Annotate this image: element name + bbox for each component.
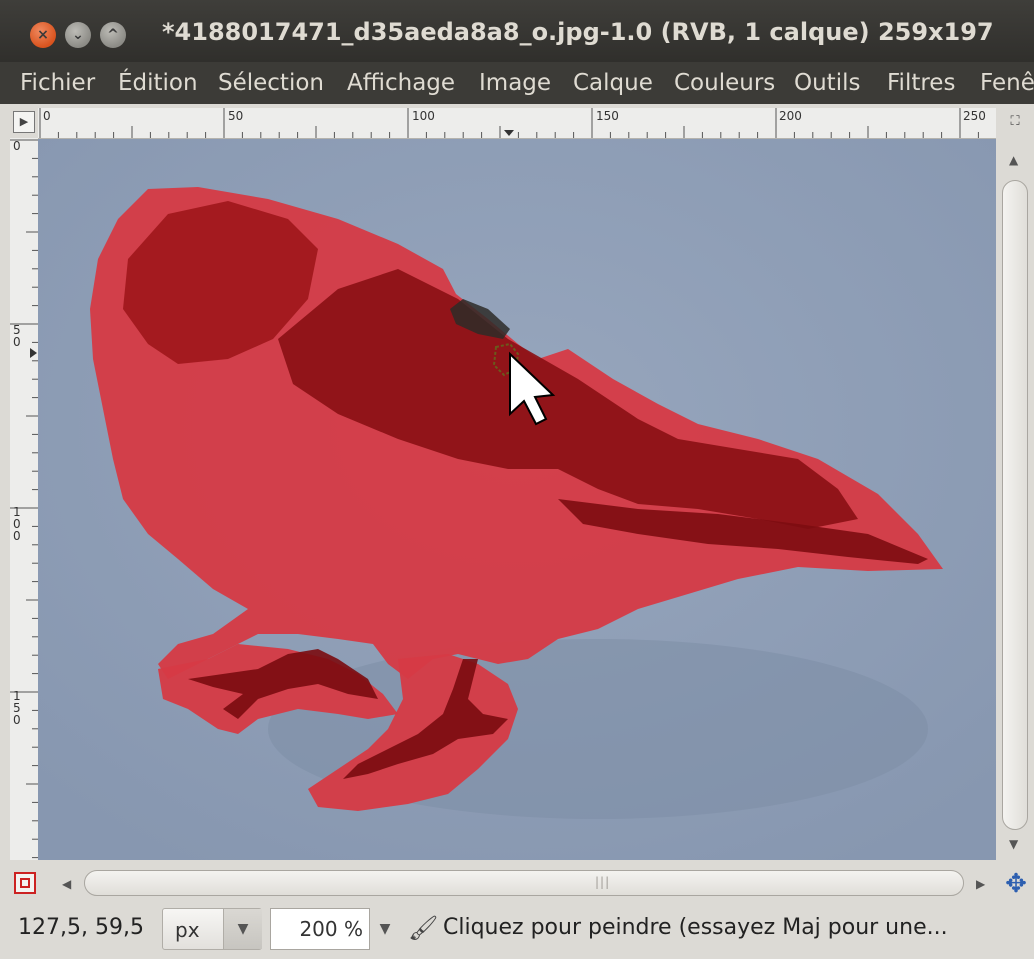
window-title: *4188017471_d35aeda8a8_o.jpg-1.0 (RVB, 1… bbox=[162, 18, 994, 46]
triangle-right-icon: ▶ bbox=[19, 115, 29, 128]
menu-filtres[interactable]: Filtres bbox=[887, 70, 955, 96]
ruler-pointer-marker bbox=[504, 130, 514, 136]
zoom-toggle-button[interactable]: ⛶ bbox=[1004, 111, 1026, 133]
scroll-up-icon[interactable]: ▲ bbox=[1009, 153, 1018, 167]
hruler-label-50: 50 bbox=[228, 109, 244, 123]
hruler-label-0: 0 bbox=[43, 109, 51, 123]
hruler-label-150: 150 bbox=[596, 109, 619, 123]
unit-selector[interactable]: px ▼ bbox=[162, 908, 262, 950]
vertical-scroll-thumb[interactable] bbox=[1002, 180, 1028, 830]
zoom-selector[interactable]: 200 % ▼ bbox=[270, 908, 402, 950]
minimize-button[interactable]: ⌄ bbox=[65, 22, 91, 48]
vruler-label-100: 1 0 0 bbox=[13, 505, 21, 543]
hruler-label-250: 250 bbox=[963, 109, 986, 123]
image-canvas[interactable] bbox=[38, 139, 996, 860]
quick-mask-icon[interactable] bbox=[14, 872, 36, 894]
menu-couleurs[interactable]: Couleurs bbox=[674, 70, 775, 96]
menu-calque[interactable]: Calque bbox=[573, 70, 653, 96]
scroll-right-icon[interactable]: ▶ bbox=[976, 877, 985, 891]
menu-bar: Fichier Édition Sélection Affichage Imag… bbox=[0, 62, 1034, 104]
horizontal-scroll-thumb[interactable]: ||| bbox=[84, 870, 964, 896]
chevron-down-icon[interactable]: ▼ bbox=[223, 909, 262, 949]
close-button[interactable]: × bbox=[30, 22, 56, 48]
menu-fenetres[interactable]: Fenê bbox=[980, 70, 1034, 96]
menu-affichage[interactable]: Affichage bbox=[347, 70, 455, 96]
scroll-left-icon[interactable]: ◀ bbox=[62, 877, 71, 891]
status-message: Cliquez pour peindre (essayez Maj pour u… bbox=[443, 915, 948, 940]
menu-outils[interactable]: Outils bbox=[794, 70, 860, 96]
minimize-icon: ⌄ bbox=[72, 27, 84, 43]
menu-fichier[interactable]: Fichier bbox=[20, 70, 95, 96]
horizontal-ruler-ticks bbox=[39, 108, 979, 138]
vertical-ruler-ticks bbox=[10, 139, 38, 859]
paintbrush-icon: 🖌 bbox=[408, 914, 439, 942]
vruler-label-150: 1 5 0 bbox=[13, 689, 21, 727]
maximize-button[interactable]: ^ bbox=[100, 22, 126, 48]
canvas-image bbox=[38, 139, 996, 860]
zoom-dropdown-icon[interactable]: ▼ bbox=[370, 908, 400, 950]
zoom-icon: ⛶ bbox=[1010, 114, 1020, 129]
maximize-icon: ^ bbox=[107, 27, 119, 43]
scroll-down-icon[interactable]: ▼ bbox=[1009, 837, 1018, 851]
hruler-label-200: 200 bbox=[779, 109, 802, 123]
title-bar: × ⌄ ^ *4188017471_d35aeda8a8_o.jpg-1.0 (… bbox=[0, 0, 1034, 66]
unit-value: px bbox=[175, 918, 200, 942]
vertical-ruler: 0 5 0 1 0 0 1 5 0 bbox=[10, 138, 39, 860]
menu-image[interactable]: Image bbox=[479, 70, 551, 96]
close-icon: × bbox=[37, 27, 49, 43]
menu-edition[interactable]: Édition bbox=[118, 70, 198, 96]
hruler-label-100: 100 bbox=[412, 109, 435, 123]
menu-selection[interactable]: Sélection bbox=[218, 70, 324, 96]
horizontal-ruler: 0 50 100 150 200 250 bbox=[38, 108, 996, 139]
move-arrows-icon[interactable]: ✥ bbox=[1002, 870, 1030, 898]
ruler-menu-button[interactable]: ▶ bbox=[13, 111, 35, 133]
pointer-coordinates: 127,5, 59,5 bbox=[18, 915, 144, 940]
ruler-pointer-marker-vertical bbox=[30, 348, 37, 358]
zoom-input[interactable]: 200 % bbox=[270, 908, 370, 950]
vruler-label-50: 5 0 bbox=[13, 323, 21, 349]
vruler-label-0: 0 bbox=[13, 139, 21, 153]
scroll-grip: ||| bbox=[595, 875, 611, 889]
